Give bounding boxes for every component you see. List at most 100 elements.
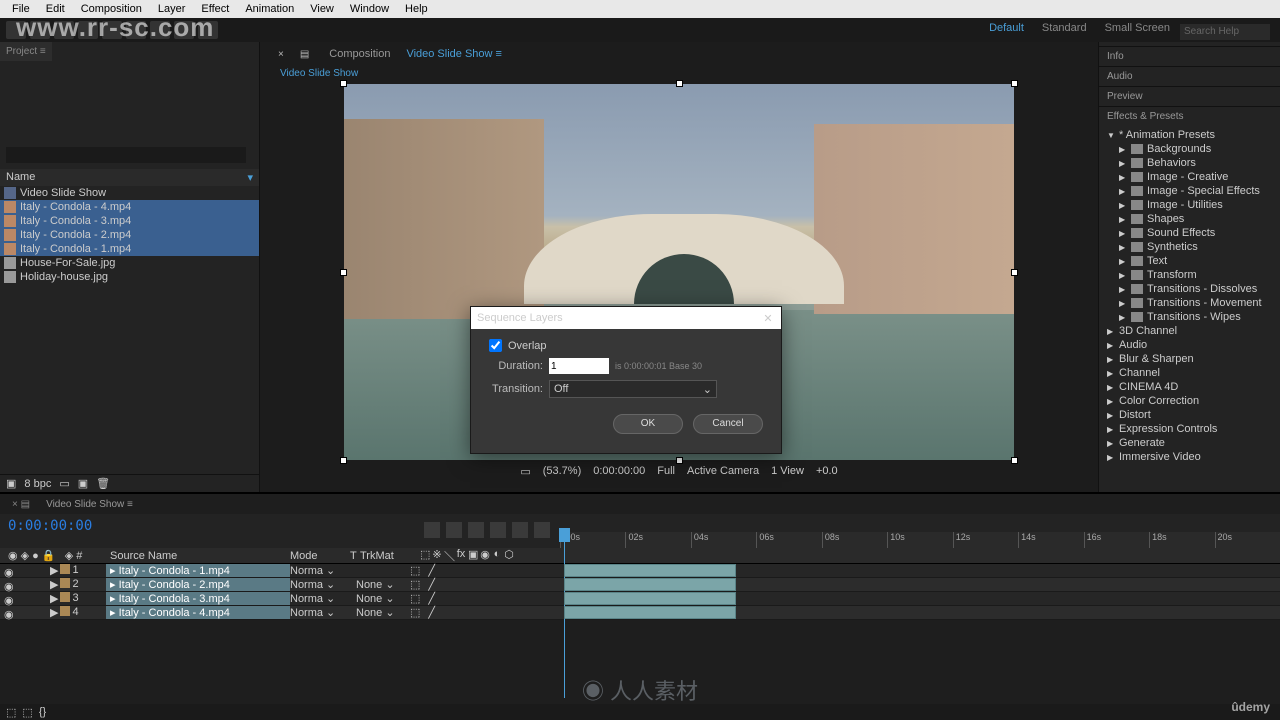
trkmat-column[interactable]: TrkMat — [360, 550, 420, 562]
preset-folder[interactable]: Transitions - Movement — [1119, 296, 1272, 310]
workspace-tab[interactable]: Small Screen — [1105, 22, 1170, 34]
expand-arrow-icon[interactable] — [1107, 437, 1115, 449]
mode-column[interactable]: Mode — [290, 550, 350, 562]
panel-header-audio[interactable]: Audio — [1099, 66, 1280, 86]
expand-arrow-icon[interactable] — [1119, 269, 1127, 281]
layer-switches[interactable]: ⬚╱ — [410, 564, 560, 577]
ruler-tick[interactable]: 10s — [887, 532, 952, 548]
expand-arrow-icon[interactable] — [1119, 157, 1127, 169]
comp-mini-flowchart-icon[interactable] — [424, 522, 440, 538]
expand-arrow-icon[interactable] — [1119, 185, 1127, 197]
preset-folder[interactable]: Backgrounds — [1119, 142, 1272, 156]
expand-arrow-icon[interactable] — [1119, 199, 1127, 211]
tree-root[interactable]: * Animation Presets — [1107, 128, 1272, 142]
blend-mode-dropdown[interactable]: Norma ⌄ — [290, 564, 350, 577]
preset-folder[interactable]: Image - Creative — [1119, 170, 1272, 184]
expand-arrow-icon[interactable]: ▶ — [50, 578, 58, 591]
ruler-tick[interactable]: 20s — [1215, 532, 1280, 548]
duration-input[interactable] — [549, 358, 609, 374]
track-area[interactable] — [560, 564, 1280, 624]
trkmat-dropdown[interactable]: None ⌄ — [350, 578, 410, 591]
expand-arrow-icon[interactable]: ▶ — [50, 592, 58, 605]
selection-handle[interactable] — [340, 80, 347, 87]
effect-category[interactable]: 3D Channel — [1107, 324, 1272, 338]
effect-category[interactable]: CINEMA 4D — [1107, 380, 1272, 394]
project-item[interactable]: Italy - Condola - 4.mp4 — [0, 200, 259, 214]
preset-folder[interactable]: Transform — [1119, 268, 1272, 282]
time-ruler[interactable]: :00s02s04s06s08s10s12s14s16s18s20s — [560, 532, 1280, 548]
preset-folder[interactable]: Image - Special Effects — [1119, 184, 1272, 198]
label-color[interactable] — [60, 578, 70, 588]
trkmat-dropdown[interactable]: None ⌄ — [350, 592, 410, 605]
timecode-display[interactable]: 0:00:00:00 — [593, 465, 645, 477]
project-tab[interactable]: Project ≡ — [0, 42, 52, 61]
magnification-icon[interactable]: ▭ — [520, 465, 530, 478]
ok-button[interactable]: OK — [613, 414, 683, 434]
new-folder-icon[interactable]: ▭ — [59, 477, 69, 490]
effect-category[interactable]: Expression Controls — [1107, 422, 1272, 436]
close-tl-tab-icon[interactable]: × ▤ — [4, 497, 38, 512]
menu-window[interactable]: Window — [342, 3, 397, 15]
project-item[interactable]: Video Slide Show — [0, 186, 259, 200]
expand-arrow-icon[interactable] — [1107, 423, 1115, 435]
ruler-tick[interactable]: 04s — [691, 532, 756, 548]
source-name-column[interactable]: Source Name — [110, 550, 290, 562]
label-color[interactable] — [60, 592, 70, 602]
close-tab-icon[interactable]: × — [270, 45, 292, 64]
effect-category[interactable]: Audio — [1107, 338, 1272, 352]
blend-mode-dropdown[interactable]: Norma ⌄ — [290, 578, 350, 591]
project-item[interactable]: Italy - Condola - 2.mp4 — [0, 228, 259, 242]
layer-name[interactable]: ▸ Italy - Condola - 4.mp4 — [106, 606, 290, 619]
timeline-tab[interactable]: Video Slide Show ≡ — [38, 497, 141, 512]
preset-folder[interactable]: Text — [1119, 254, 1272, 268]
expand-arrow-icon[interactable] — [1107, 381, 1115, 393]
effect-category[interactable]: Channel — [1107, 366, 1272, 380]
ruler-tick[interactable]: 06s — [756, 532, 821, 548]
effect-category[interactable]: Blur & Sharpen — [1107, 352, 1272, 366]
close-icon[interactable]: ✕ — [761, 312, 775, 325]
resolution-dropdown[interactable]: Full — [657, 465, 675, 477]
expand-arrow-icon[interactable] — [1107, 451, 1115, 463]
preset-folder[interactable]: Image - Utilities — [1119, 198, 1272, 212]
tab-menu-icon[interactable]: ▤ — [292, 45, 317, 64]
project-item[interactable]: House-For-Sale.jpg — [0, 256, 259, 270]
layer-switches[interactable]: ⬚╱ — [410, 592, 560, 605]
selection-handle[interactable] — [340, 457, 347, 464]
blend-mode-dropdown[interactable]: Norma ⌄ — [290, 606, 350, 619]
menu-animation[interactable]: Animation — [237, 3, 302, 15]
visibility-icon[interactable]: ◉ — [4, 594, 14, 604]
label-color[interactable] — [60, 564, 70, 574]
expand-arrow-icon[interactable] — [1119, 143, 1127, 155]
effect-category[interactable]: Immersive Video — [1107, 450, 1272, 464]
project-item[interactable]: Holiday-house.jpg — [0, 270, 259, 284]
visibility-icon[interactable]: ◉ — [4, 580, 14, 590]
expand-arrow-icon[interactable] — [1119, 297, 1127, 309]
frame-blend-icon[interactable] — [490, 522, 506, 538]
project-column-header[interactable]: Name ▾ — [0, 169, 259, 186]
expand-arrow-icon[interactable] — [1107, 325, 1115, 337]
expand-arrow-icon[interactable] — [1119, 241, 1127, 253]
layer-name[interactable]: ▸ Italy - Condola - 1.mp4 — [106, 564, 290, 577]
expand-arrow-icon[interactable] — [1107, 129, 1115, 141]
trkmat-dropdown[interactable]: None ⌄ — [350, 606, 410, 619]
effect-category[interactable]: Distort — [1107, 408, 1272, 422]
column-dropdown-icon[interactable]: ▾ — [247, 171, 253, 184]
views-dropdown[interactable]: 1 View — [771, 465, 804, 477]
camera-dropdown[interactable]: Active Camera — [687, 465, 759, 477]
dialog-titlebar[interactable]: Sequence Layers ✕ — [471, 307, 781, 329]
layer-switches[interactable]: ⬚╱ — [410, 606, 560, 619]
shy-icon[interactable] — [468, 522, 484, 538]
expand-arrow-icon[interactable] — [1107, 395, 1115, 407]
overlap-checkbox[interactable] — [489, 339, 502, 352]
zoom-display[interactable]: (53.7%) — [543, 465, 582, 477]
blend-mode-dropdown[interactable]: Norma ⌄ — [290, 592, 350, 605]
layer-clip[interactable] — [564, 606, 736, 619]
comp-tab-name[interactable]: Video Slide Show ≡ — [398, 44, 510, 64]
visibility-icon[interactable]: ◉ — [4, 566, 14, 576]
project-item[interactable]: Italy - Condola - 3.mp4 — [0, 214, 259, 228]
cancel-button[interactable]: Cancel — [693, 414, 763, 434]
preset-folder[interactable]: Synthetics — [1119, 240, 1272, 254]
toggle-modes-icon[interactable]: ⬚ — [22, 706, 32, 718]
layer-clip[interactable] — [564, 564, 736, 577]
workspace-tab[interactable]: Standard — [1042, 22, 1087, 34]
